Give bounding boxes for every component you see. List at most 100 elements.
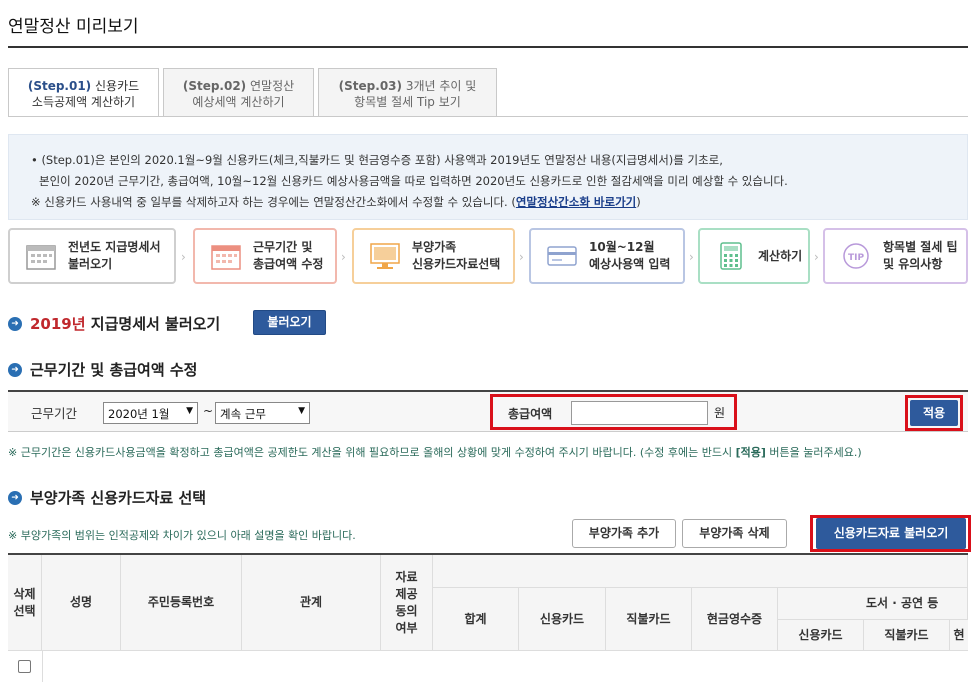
step-label-1: 전년도 지급명세서: [68, 240, 161, 254]
tab-line1: 연말정산: [250, 79, 295, 93]
step-label-2: 및 유의사항: [883, 257, 943, 271]
period-note-end: 버튼을 눌러주세요.): [765, 446, 862, 459]
step-prev-statement[interactable]: 전년도 지급명세서불러오기: [8, 228, 176, 284]
process-steps: 전년도 지급명세서불러오기 › 근무기간 및총급여액 수정 › 부양가족신용카드…: [8, 228, 968, 286]
header-cash: 현금영수증: [692, 588, 778, 651]
chevron-down-icon: ▼: [298, 406, 305, 416]
info-line-1: • (Step.01)은 본인의 2020.1월~9월 신용카드(체크,직불카드…: [31, 153, 723, 167]
row-select-checkbox[interactable]: [18, 660, 31, 673]
add-dependent-button[interactable]: 부양가족 추가: [572, 519, 676, 548]
section-prev-statement: ➜ 2019년 지급명세서 불러오기: [8, 313, 220, 334]
step-label-2: 신용카드자료선택: [412, 257, 501, 271]
header-debit: 직불카드: [606, 588, 692, 651]
period-salary-form: 근무기간 2020년 1월 ▼ ~ 계속 근무 ▼ 총급여액 원 적용: [8, 390, 968, 432]
step-label-1: 근무기간 및: [253, 240, 313, 254]
dependent-note: ※ 부양가족의 범위는 인적공제와 차이가 있으니 아래 설명을 확인 바랍니다…: [8, 529, 356, 542]
tip-icon: TIP: [843, 243, 869, 269]
tab-step-label: (Step.02): [182, 79, 247, 93]
chevron-down-icon: ▼: [186, 406, 193, 416]
info-line-3-end: ): [636, 195, 641, 209]
chevron-right-icon: ›: [519, 250, 524, 264]
info-box: • (Step.01)은 본인의 2020.1월~9월 신용카드(체크,직불카드…: [8, 134, 968, 220]
start-month-value: 2020년 1월: [108, 407, 170, 421]
info-line-3: ※ 신용카드 사용내역 중 일부를 삭제하고자 하는 경우에는 연말정산간소화에…: [31, 192, 967, 213]
step-label-1: 계산하기: [758, 248, 803, 263]
section-title: 부양가족 신용카드자료 선택: [30, 489, 207, 507]
end-month-value: 계속 근무: [220, 407, 266, 421]
header-relation: 관계: [242, 555, 381, 651]
period-note: ※ 근무기간은 신용카드사용금액을 확정하고 총급여액은 공제한도 계산을 위해…: [8, 444, 862, 460]
delete-dependent-button[interactable]: 부양가족 삭제: [682, 519, 787, 548]
tab-line2: 항목별 절세 Tip 보기: [354, 95, 461, 109]
tab-line2: 소득공제액 계산하기: [31, 95, 136, 109]
salary-input[interactable]: [571, 401, 708, 425]
step-dependent-card[interactable]: 부양가족신용카드자료선택: [352, 228, 515, 284]
simplified-service-link[interactable]: 연말정산간소화 바로가기: [516, 195, 636, 209]
chevron-right-icon: ›: [181, 250, 186, 264]
step-expected-usage[interactable]: 10월~12월 예상사용액 입력: [529, 228, 685, 284]
card-icon: [547, 246, 577, 266]
tab-divider: [8, 116, 968, 117]
section-title: 지급명세서 불러오기: [90, 315, 221, 333]
load-statement-button[interactable]: 불러오기: [253, 310, 326, 335]
salary-label: 총급여액: [508, 407, 553, 421]
header-total: 합계: [433, 588, 519, 651]
section-dependent-card: ➜ 부양가족 신용카드자료 선택: [8, 487, 206, 508]
calendar-icon: [26, 245, 56, 270]
page-title: 연말정산 미리보기: [8, 17, 139, 37]
tab-step-03[interactable]: (Step.03) 3개년 추이 및 항목별 절세 Tip 보기: [318, 68, 497, 117]
header-select: 삭제 선택: [8, 555, 42, 651]
chevron-right-icon: ›: [689, 250, 694, 264]
tilde: ~: [203, 404, 214, 418]
tab-step-02[interactable]: (Step.02) 연말정산 예상세액 계산하기: [163, 68, 314, 117]
header-culture-cash: 현: [950, 620, 968, 651]
arrow-circle-icon: ➜: [8, 316, 22, 331]
period-note-text: ※ 근무기간은 신용카드사용금액을 확정하고 총급여액은 공제한도 계산을 위해…: [8, 446, 736, 459]
monitor-icon: [370, 243, 400, 269]
tab-line1: 신용카드: [95, 79, 140, 93]
svg-text:TIP: TIP: [848, 253, 864, 263]
tab-step-01[interactable]: (Step.01) 신용카드 소득공제액 계산하기: [8, 68, 159, 117]
tab-line2: 예상세액 계산하기: [192, 95, 285, 109]
step-label-2: 불러오기: [68, 257, 113, 271]
header-group: [433, 555, 968, 588]
step-tabs: (Step.01) 신용카드 소득공제액 계산하기 (Step.02) 연말정산…: [8, 68, 501, 117]
step-label-1: 부양가족: [412, 240, 457, 254]
tab-line1: 3개년 추이 및: [405, 79, 477, 93]
chevron-right-icon: ›: [341, 250, 346, 264]
header-culture-debit: 직불카드: [864, 620, 950, 651]
calculator-icon: [720, 242, 742, 270]
arrow-circle-icon: ➜: [8, 490, 22, 505]
header-culture-credit: 신용카드: [778, 620, 864, 651]
info-line-3-text: ※ 신용카드 사용내역 중 일부를 삭제하고자 하는 경우에는 연말정산간소화에…: [31, 195, 516, 209]
info-line-2: 본인이 2020년 근무기간, 총급여액, 10월~12월 신용카드 예상사용금…: [39, 174, 788, 188]
step-label-1: 10월~12월: [589, 240, 655, 254]
apply-button[interactable]: 적용: [910, 400, 958, 426]
table-row: [8, 651, 968, 682]
tab-step-label: (Step.03): [338, 79, 403, 93]
tab-step-label: (Step.01): [27, 79, 92, 93]
section-year: 2019년: [30, 315, 86, 333]
step-period-salary[interactable]: 근무기간 및총급여액 수정: [193, 228, 337, 284]
period-note-bold: [적용]: [735, 446, 766, 459]
start-month-select[interactable]: 2020년 1월 ▼: [103, 402, 198, 424]
step-label-1: 항목별 절세 팁: [883, 240, 958, 254]
title-divider: [8, 46, 968, 48]
header-consent: 자료 제공 동의 여부: [381, 555, 433, 651]
section-title: 근무기간 및 총급여액 수정: [30, 361, 198, 379]
load-card-data-button[interactable]: 신용카드자료 불러오기: [816, 518, 966, 549]
step-label-2: 총급여액 수정: [253, 257, 324, 271]
header-credit: 신용카드: [519, 588, 606, 651]
chevron-right-icon: ›: [814, 250, 819, 264]
step-calculate[interactable]: 계산하기: [698, 228, 810, 284]
dependent-table: 삭제 선택 성명 주민등록번호 관계 자료 제공 동의 여부 합계 신용카드 직…: [8, 553, 968, 682]
header-culture: 도서 · 공연 등: [778, 588, 968, 620]
end-month-select[interactable]: 계속 근무 ▼: [215, 402, 310, 424]
step-tax-tips[interactable]: TIP 항목별 절세 팁및 유의사항: [823, 228, 968, 284]
arrow-circle-icon: ➜: [8, 362, 22, 377]
header-name: 성명: [42, 555, 121, 651]
header-rrn: 주민등록번호: [121, 555, 242, 651]
calendar-grid-icon: [211, 245, 241, 270]
cell-divider: [42, 651, 43, 682]
currency-unit: 원: [714, 406, 726, 420]
